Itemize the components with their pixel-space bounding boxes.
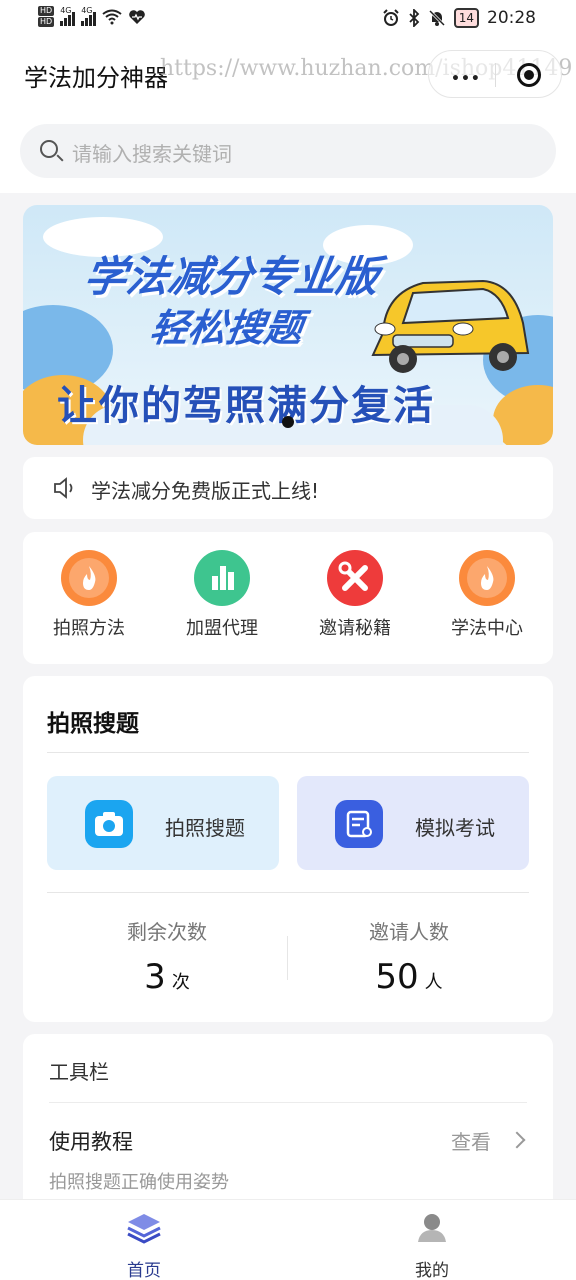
invite-count-stat: 邀请人数 50 人 (289, 916, 529, 997)
stat-unit: 人 (424, 972, 443, 993)
camera-icon (85, 800, 133, 848)
mock-exam-card[interactable]: 模拟考试 (297, 776, 529, 870)
toolbar-section: 工具栏 使用教程 查看 拍照搜题正确使用姿势 (23, 1034, 553, 1214)
menu-item-photo-method[interactable]: 拍照方法 (39, 550, 139, 640)
tab-mine[interactable]: 我的 (372, 1210, 492, 1280)
section-title: 拍照搜题 (47, 711, 139, 737)
mute-bell-icon (428, 9, 445, 27)
alarm-icon (383, 9, 399, 26)
heart-rate-icon (129, 9, 145, 24)
banner-headline: 学法减分专业版 (81, 252, 383, 301)
remaining-count-stat: 剩余次数 3次 (47, 916, 287, 997)
battery-indicator: 14 (453, 8, 479, 28)
more-menu-icon[interactable]: ••• (451, 71, 481, 87)
hd-badge: HD (38, 6, 55, 16)
bluetooth-icon (409, 9, 419, 27)
wifi-icon (102, 9, 122, 24)
banner-slogan: 让你的驾照满分复活 (57, 383, 435, 429)
home-layers-icon (127, 1214, 161, 1244)
stat-value-wrap: 50 人 (289, 957, 529, 997)
stat-unit: 次 (171, 972, 190, 993)
hd-badge: HD (38, 17, 55, 27)
network-type: 4G (81, 5, 93, 15)
section-title: 工具栏 (49, 1060, 109, 1084)
header-area: HD HD 4G 4G 14 20:28 学法加分神器 https://www.… (0, 0, 576, 193)
view-link[interactable]: 查看 (451, 1126, 491, 1155)
user-icon (418, 1214, 446, 1242)
close-target-icon[interactable] (517, 63, 541, 87)
clock: 20:28 (487, 8, 536, 28)
flame-icon (459, 550, 515, 606)
car-illustration (371, 279, 530, 373)
title-bar: 学法加分神器 https://www.huzhan.com/ishop41149… (0, 48, 576, 104)
divider (47, 752, 529, 753)
notice-text: 学法减分免费版正式上线! (91, 479, 320, 503)
tutorial-description: 拍照搜题正确使用姿势 (49, 1172, 229, 1193)
capsule-divider (495, 63, 496, 87)
miniprogram-capsule: ••• (428, 50, 562, 98)
card-label: 拍照搜题 (165, 816, 245, 840)
chevron-right-icon[interactable] (508, 1131, 526, 1149)
stat-value-wrap: 3次 (47, 957, 287, 997)
photo-search-card[interactable]: 拍照搜题 (47, 776, 279, 870)
stat-label: 邀请人数 (369, 920, 449, 944)
stat-divider (287, 936, 288, 980)
promo-banner[interactable]: 学法减分专业版 轻松搜题 让你的驾照满分复活 (23, 205, 553, 445)
stat-label: 剩余次数 (127, 920, 207, 944)
menu-item-agency[interactable]: 加盟代理 (172, 550, 272, 640)
status-bar: HD HD 4G 4G 14 20:28 (0, 0, 576, 40)
signal-icon: 4G (60, 5, 76, 26)
divider (47, 892, 529, 893)
network-type: 4G (60, 5, 72, 15)
search-icon (40, 140, 58, 158)
menu-item-label: 加盟代理 (186, 618, 258, 639)
stat-value: 3 (144, 957, 166, 997)
search-bar[interactable]: 请输入搜索关键词 (20, 124, 556, 178)
menu-item-label: 邀请秘籍 (319, 618, 391, 639)
speaker-icon (54, 477, 73, 499)
menu-item-label: 拍照方法 (53, 618, 125, 639)
bar-chart-icon (194, 550, 250, 606)
photo-search-section: 拍照搜题 拍照搜题 模拟考试 剩余次数 3次 邀请人数 50 人 (23, 676, 553, 1022)
tab-label: 首页 (127, 1261, 161, 1280)
card-label: 模拟考试 (415, 816, 495, 840)
notice-bar[interactable]: 学法减分免费版正式上线! (23, 457, 553, 519)
tab-home[interactable]: 首页 (84, 1210, 204, 1280)
flame-icon (61, 550, 117, 606)
tab-bar: 首页 我的 (0, 1199, 576, 1280)
tools-icon (327, 550, 383, 606)
menu-item-label: 学法中心 (451, 618, 523, 639)
quick-menu: 拍照方法 加盟代理 邀请秘籍 学法中心 (23, 532, 553, 664)
signal-icon: 4G (81, 5, 97, 26)
tutorial-title[interactable]: 使用教程 (49, 1126, 133, 1156)
exam-icon (335, 800, 383, 848)
divider (49, 1102, 527, 1103)
tab-label: 我的 (415, 1261, 449, 1280)
hd-badges: HD HD (38, 6, 55, 27)
page-title: 学法加分神器 (24, 64, 168, 92)
menu-item-invite-tips[interactable]: 邀请秘籍 (305, 550, 405, 640)
carousel-indicator[interactable] (282, 416, 294, 428)
search-input[interactable]: 请输入搜索关键词 (72, 138, 232, 167)
stat-value: 50 (375, 957, 419, 997)
menu-item-study-center[interactable]: 学法中心 (437, 550, 537, 640)
banner-subheadline: 轻松搜题 (147, 306, 306, 350)
